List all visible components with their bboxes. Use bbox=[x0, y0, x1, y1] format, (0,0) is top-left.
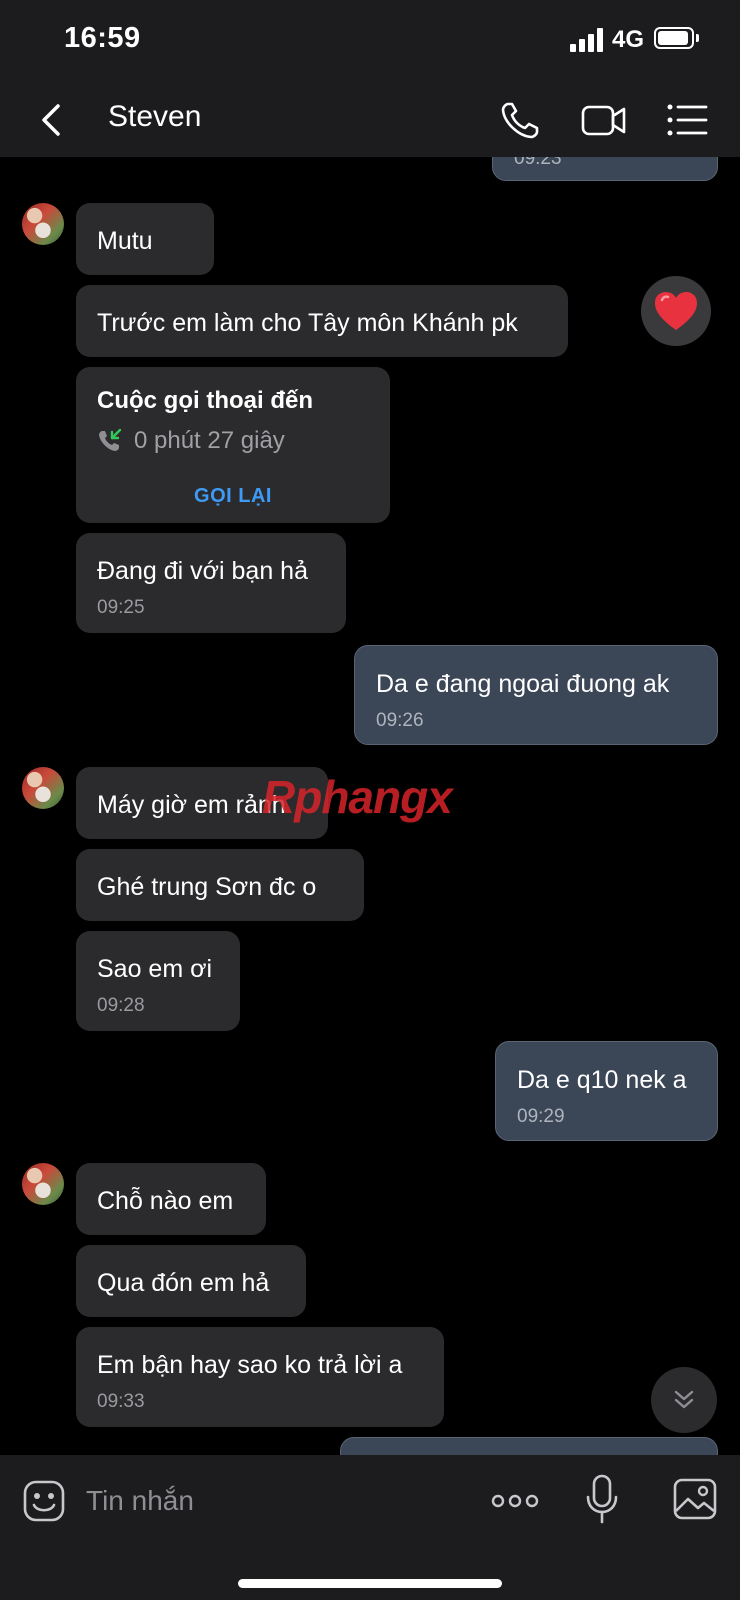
message-time: 09:29 bbox=[517, 1106, 565, 1127]
message-text: Chỗ nào em bbox=[97, 1187, 234, 1215]
scroll-to-bottom-button[interactable] bbox=[651, 1367, 717, 1433]
message-bubble[interactable]: Trước em làm cho Tây môn Khánh pk bbox=[76, 285, 568, 357]
call-log-bubble[interactable]: Cuộc gọi thoại đến 0 phút 27 giây GỌI LẠ… bbox=[76, 367, 390, 523]
emoji-sticker-icon[interactable] bbox=[22, 1479, 66, 1523]
message-time: 09:28 bbox=[97, 995, 145, 1016]
message-time: 09:33 bbox=[97, 1391, 145, 1412]
message-text: Da e q10 nek a bbox=[517, 1066, 687, 1094]
heart-icon bbox=[655, 292, 697, 330]
message-bubble[interactable]: Em bận hay sao ko trả lời a 09:33 bbox=[76, 1327, 444, 1427]
message-text: Máy giờ em rảnh bbox=[97, 791, 286, 819]
message-text: Qua đón em hả bbox=[97, 1269, 270, 1297]
message-text: Em bận hay sao ko trả lời a bbox=[97, 1351, 403, 1379]
menu-list-icon[interactable] bbox=[664, 98, 712, 142]
message-bubble[interactable]: Mutu bbox=[76, 203, 214, 275]
avatar[interactable] bbox=[22, 203, 64, 245]
home-indicator[interactable] bbox=[238, 1579, 502, 1588]
message-input[interactable] bbox=[84, 1477, 468, 1525]
status-time: 16:59 bbox=[64, 22, 141, 54]
network-type: 4G bbox=[612, 26, 645, 53]
contact-name[interactable]: Steven bbox=[108, 100, 201, 134]
message-bubble-sent[interactable]: Da e đang ngoai đuong ak 09:26 bbox=[354, 645, 718, 745]
message-text: Mutu bbox=[97, 227, 153, 255]
watermark: Rphangx bbox=[262, 771, 453, 823]
call-duration: 0 phút 27 giây bbox=[134, 427, 285, 454]
call-title: Cuộc gọi thoại đến bbox=[97, 387, 313, 414]
phone-call-icon[interactable] bbox=[498, 98, 546, 142]
message-time: 09:25 bbox=[97, 597, 145, 618]
battery-icon bbox=[654, 27, 694, 49]
message-bubble-sent[interactable]: Da e q10 nek a 09:29 bbox=[495, 1041, 718, 1141]
message-bubble-partial[interactable] bbox=[340, 1437, 718, 1455]
message-time: 09:26 bbox=[376, 710, 424, 731]
more-options-icon[interactable] bbox=[490, 1481, 540, 1521]
message-bubble[interactable]: Qua đón em hả bbox=[76, 1245, 306, 1317]
message-bubble[interactable]: Sao em ơi 09:28 bbox=[76, 931, 240, 1031]
message-text: Sao em ơi bbox=[97, 955, 213, 983]
avatar[interactable] bbox=[22, 1163, 64, 1205]
message-bubble-partial[interactable]: 09:23 bbox=[492, 157, 718, 181]
reaction-heart[interactable] bbox=[641, 276, 711, 346]
status-bar: 16:59 4G bbox=[0, 0, 740, 84]
message-bubble[interactable]: Chỗ nào em bbox=[76, 1163, 266, 1235]
message-text: Đang đi với bạn hả bbox=[97, 557, 308, 585]
message-bubble[interactable]: Đang đi với bạn hả 09:25 bbox=[76, 533, 346, 633]
incoming-call-icon bbox=[99, 428, 122, 451]
message-text: Ghé trung Sơn đc o bbox=[97, 873, 317, 901]
signal-icon bbox=[570, 28, 604, 52]
message-bubble[interactable]: Ghé trung Sơn đc o bbox=[76, 849, 364, 921]
message-time: 09:23 bbox=[514, 157, 562, 169]
video-call-icon[interactable] bbox=[580, 98, 628, 142]
gallery-image-icon[interactable] bbox=[672, 1477, 718, 1521]
double-chevron-down-icon bbox=[674, 1390, 694, 1409]
chat-header: Steven bbox=[0, 84, 740, 157]
call-back-button[interactable]: GỌI LẠI bbox=[76, 485, 390, 508]
back-icon[interactable] bbox=[30, 98, 74, 142]
microphone-icon[interactable] bbox=[584, 1473, 620, 1525]
avatar[interactable] bbox=[22, 767, 64, 809]
message-text: Trước em làm cho Tây môn Khánh pk bbox=[97, 309, 518, 337]
message-text: Da e đang ngoai đuong ak bbox=[376, 670, 670, 698]
